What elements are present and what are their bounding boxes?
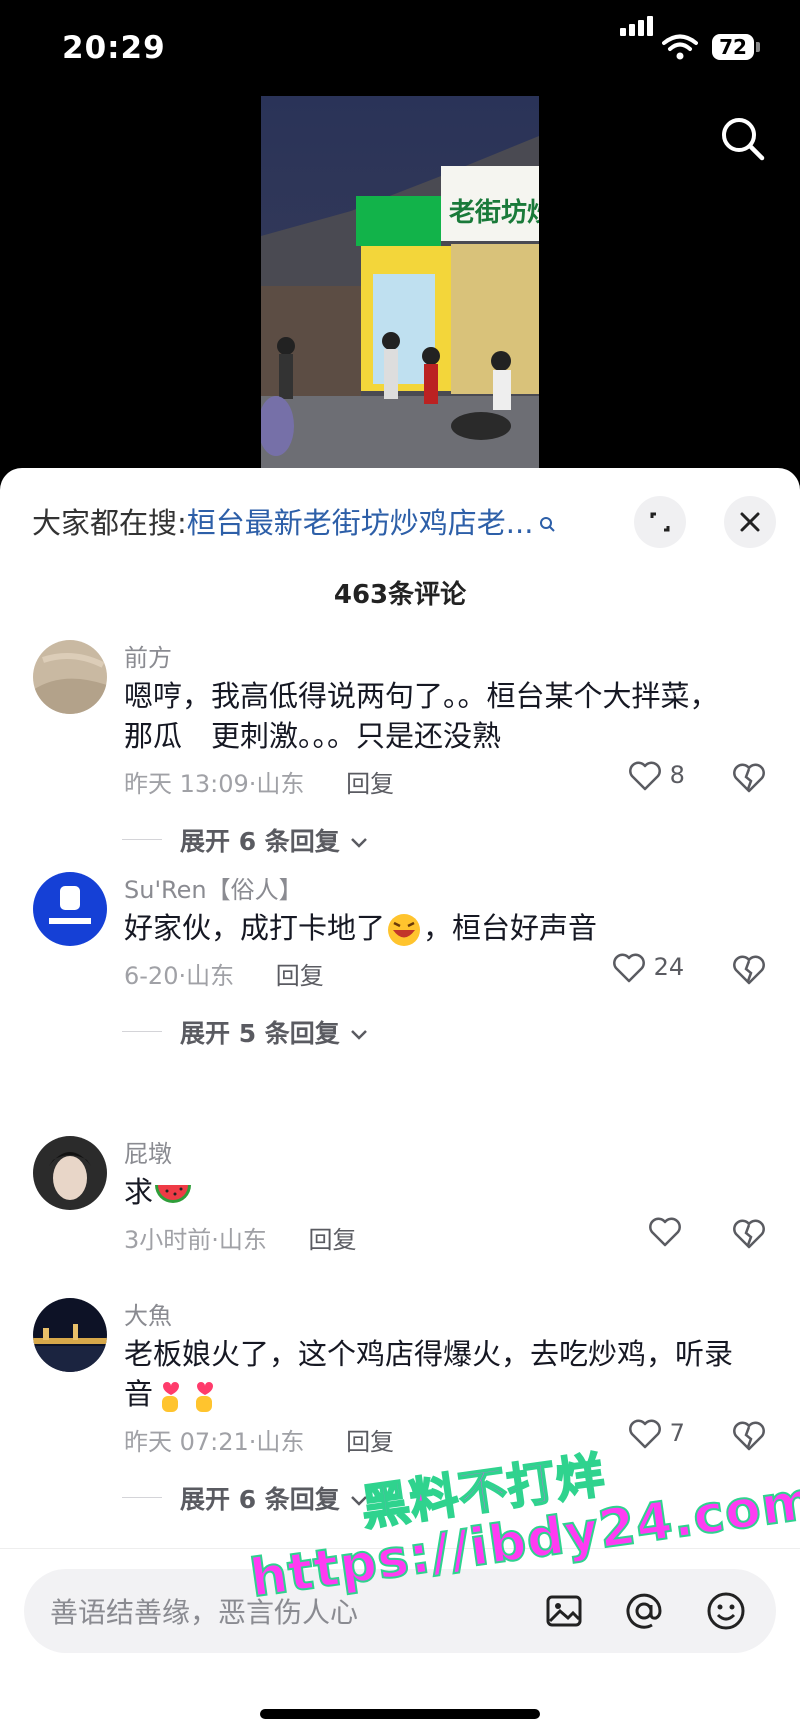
- trending-search-query[interactable]: 桓台最新老街坊炒鸡店老...: [187, 506, 534, 540]
- video-thumbnail-image: 老街坊炒鸡: [261, 96, 539, 468]
- emoji-icon[interactable]: [704, 1589, 748, 1633]
- like-count: 24: [653, 953, 685, 981]
- like-count: 7: [669, 1419, 685, 1447]
- comment-time-location: 3小时前·山东: [124, 1226, 267, 1254]
- comment-time-location: 6-20·山东: [124, 962, 235, 990]
- expand-replies-label: 展开 5 条回复: [180, 1019, 340, 1048]
- close-icon: [740, 512, 760, 532]
- comment-author[interactable]: Su'Ren【俗人】: [124, 870, 303, 905]
- comment-meta: 3小时前·山东 回复: [124, 1220, 357, 1255]
- like-button[interactable]: 8: [628, 760, 685, 792]
- image-icon[interactable]: [542, 1589, 586, 1633]
- heart-icon: [613, 953, 645, 983]
- comment-time-location: 昨天 07:21·山东: [124, 1428, 305, 1456]
- laughing-emoji-icon: [388, 914, 421, 946]
- battery-indicator: 72: [712, 34, 754, 60]
- avatar[interactable]: [33, 1298, 107, 1372]
- broken-heart-icon[interactable]: [732, 762, 766, 794]
- battery-cap: [756, 42, 760, 52]
- comment-text-part: 求: [124, 1175, 154, 1209]
- chevron-down-icon: [350, 838, 367, 848]
- comment-count: 463条评论: [333, 580, 467, 610]
- comment-text: 老板娘火了，这个鸡店得爆火，去吃炒鸡，听录音: [124, 1334, 744, 1414]
- comment-author[interactable]: 前方: [124, 638, 172, 673]
- expand-sheet-button[interactable]: [634, 496, 686, 548]
- fullscreen-icon: [650, 512, 670, 532]
- finger-heart-emoji-icon: [162, 1382, 180, 1412]
- small-search-icon[interactable]: [539, 516, 557, 534]
- expand-replies-label: 展开 6 条回复: [180, 827, 340, 856]
- comment-meta: 6-20·山东 回复: [124, 956, 324, 991]
- comment-text-part: ，桓台好声音: [423, 911, 598, 945]
- reply-button[interactable]: 回复: [309, 1226, 357, 1254]
- like-button[interactable]: 24: [612, 952, 684, 984]
- expand-replies-button[interactable]: 展开 5 条回复: [122, 1014, 369, 1050]
- reply-button[interactable]: 回复: [276, 962, 324, 990]
- status-bar: 20:29 72: [0, 0, 800, 90]
- comment-text: 嗯哼，我高低得说两句了。。桓台某个大拌菜，那瓜 更刺激。。。只是还没熟: [124, 679, 719, 753]
- trending-search-bar[interactable]: 大家都在搜:桓台最新老街坊炒鸡店老...: [32, 503, 612, 543]
- video-preview[interactable]: 老街坊炒鸡: [261, 96, 539, 468]
- avatar[interactable]: [33, 1136, 107, 1210]
- heart-icon: [649, 1217, 681, 1247]
- comment-text-part: 好家伙，成打卡地了: [124, 911, 386, 945]
- expand-replies-label: 展开 6 条回复: [180, 1485, 340, 1514]
- close-sheet-button[interactable]: [724, 496, 776, 548]
- finger-heart-emoji-icon: [196, 1382, 214, 1412]
- comment-time-location: 昨天 13:09·山东: [124, 770, 305, 798]
- broken-heart-icon[interactable]: [732, 1218, 766, 1250]
- comment-meta: 昨天 07:21·山东 回复: [124, 1422, 394, 1457]
- search-icon[interactable]: [718, 114, 768, 164]
- comment-meta: 昨天 13:09·山东 回复: [124, 764, 394, 799]
- comment-text: 好家伙，成打卡地了 ，桓台好声音: [124, 908, 744, 948]
- status-time: 20:29: [62, 30, 166, 66]
- reply-button[interactable]: 回复: [346, 770, 394, 798]
- heart-icon: [629, 761, 661, 791]
- expand-replies-button[interactable]: 展开 6 条回复: [122, 822, 369, 858]
- broken-heart-icon[interactable]: [732, 1420, 766, 1452]
- home-indicator: [260, 1709, 540, 1719]
- watermelon-emoji-icon: [155, 1185, 192, 1203]
- like-button[interactable]: [648, 1216, 682, 1248]
- expand-replies-button[interactable]: 展开 6 条回复: [122, 1480, 369, 1516]
- svg-text:老街坊炒鸡: 老街坊炒鸡: [449, 197, 539, 228]
- heart-icon: [629, 1419, 661, 1449]
- comment-author[interactable]: 屁墩: [124, 1134, 172, 1169]
- like-button[interactable]: 7: [628, 1418, 685, 1450]
- broken-heart-icon[interactable]: [732, 954, 766, 986]
- trending-search-prefix: 大家都在搜:: [32, 506, 187, 540]
- wifi-icon: [662, 34, 698, 60]
- mention-icon[interactable]: [622, 1589, 666, 1633]
- comment-text: 求: [124, 1172, 744, 1212]
- like-count: 8: [669, 761, 685, 789]
- avatar[interactable]: [33, 872, 107, 946]
- reply-button[interactable]: 回复: [346, 1428, 394, 1456]
- chevron-down-icon: [350, 1030, 367, 1040]
- avatar[interactable]: [33, 640, 107, 714]
- comment-author[interactable]: 大魚: [124, 1296, 172, 1331]
